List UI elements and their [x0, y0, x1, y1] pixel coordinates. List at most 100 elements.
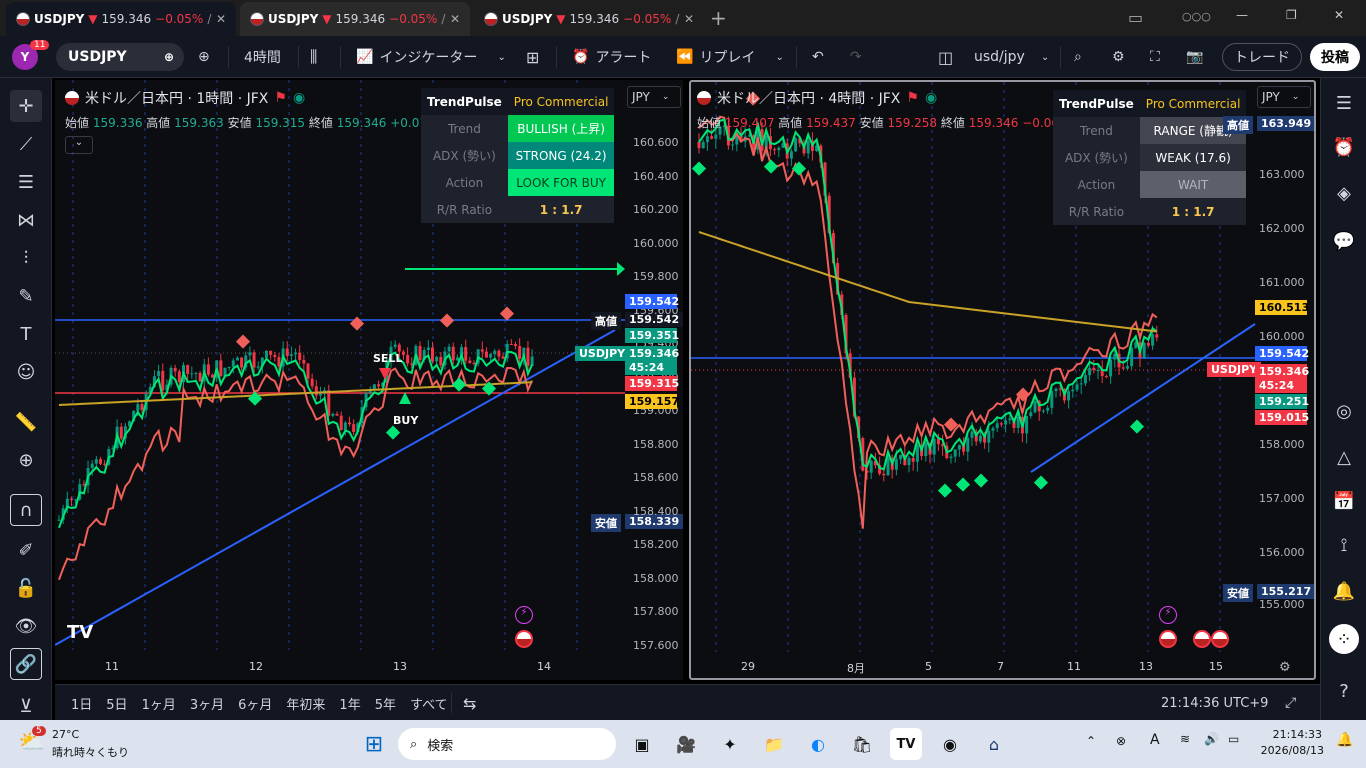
app-icon[interactable]: ⌂	[978, 728, 1010, 760]
file-explorer-icon[interactable]: 📁	[758, 728, 790, 760]
settings-icon[interactable]: ⚙	[1112, 36, 1125, 78]
lightning-event-icon[interactable]: ⚡	[515, 606, 533, 624]
us-event-icon[interactable]	[1193, 630, 1211, 648]
trash-icon[interactable]: ⊻	[10, 690, 42, 722]
ime-icon[interactable]: A	[1150, 732, 1160, 748]
symbol-search-button[interactable]: USDJPY ⊕	[56, 43, 184, 71]
add-symbol-icon[interactable]: ⊕	[198, 36, 210, 78]
windows-start-icon[interactable]: ⊞	[358, 728, 390, 760]
timezone-clock[interactable]: 21:14:36 UTC+9	[1161, 685, 1268, 721]
emoji-icon[interactable]: ☺	[10, 356, 42, 388]
calendar-icon[interactable]: 📅	[1329, 486, 1359, 516]
layout-name-button[interactable]: usd/jpy ⌄	[974, 36, 1049, 78]
temperature[interactable]: 27°C	[52, 728, 79, 741]
ruler-icon[interactable]: 📏	[10, 406, 42, 438]
teams-icon[interactable]: 🎥	[670, 728, 702, 760]
tab-usdjpy-1[interactable]: USDJPY ▼ 159.346 −0.05% / ✕	[6, 2, 236, 36]
gann-icon[interactable]: ⫶	[10, 242, 42, 274]
chat-icon[interactable]: 💬	[1329, 226, 1359, 256]
tab-usdjpy-3[interactable]: USDJPY ▼ 159.346 −0.05% / ✕	[474, 2, 704, 36]
chart-pane-4h[interactable]: 米ドル／日本円 · 4時間 · JFX ⚑ ◉ 始値 159.407 高値 15…	[689, 80, 1316, 680]
network-icon[interactable]: ⊗	[1116, 734, 1126, 748]
window-close-button[interactable]: ✕	[1334, 8, 1344, 22]
speedometer-icon[interactable]: ◎	[1329, 396, 1359, 426]
goto-date-icon[interactable]: ⇆	[463, 685, 476, 721]
maximize-pane-icon[interactable]: ⤢	[1285, 685, 1296, 721]
ideas-icon[interactable]: △	[1329, 442, 1359, 472]
flag-marker-icon[interactable]: ⚑	[906, 90, 919, 106]
help-icon[interactable]: ?	[1329, 676, 1359, 706]
range-button[interactable]: 5日	[106, 694, 127, 713]
layers-icon[interactable]: ◈	[1329, 178, 1359, 208]
range-button[interactable]: すべて	[410, 694, 448, 713]
monitor-icon[interactable]: ▭	[1128, 8, 1143, 27]
copilot-icon[interactable]: ✦	[714, 728, 746, 760]
apps-grid-icon[interactable]: ⁘	[1329, 624, 1359, 654]
clock-time[interactable]: 21:14:33	[1272, 728, 1322, 741]
us-event-icon[interactable]	[515, 630, 533, 648]
range-button[interactable]: 年初来	[286, 694, 325, 713]
magnet-icon[interactable]: ∩	[10, 494, 42, 526]
tradingview-app-icon[interactable]: TV	[890, 728, 922, 760]
broadcast-icon[interactable]: ⟟	[1329, 530, 1359, 560]
chart-pane-1h[interactable]: 米ドル／日本円 · 1時間 · JFX ⚑ ◉ 始値 159.336 高値 15…	[55, 80, 683, 680]
templates-icon[interactable]: ⊞	[526, 36, 539, 78]
publish-button[interactable]: 投稿	[1310, 43, 1360, 71]
us-event-icon[interactable]	[1211, 630, 1229, 648]
collapse-legend-icon[interactable]: ⌄	[65, 136, 93, 154]
lock-icon[interactable]: 🔓	[10, 572, 42, 604]
replay-button[interactable]: ⏪ リプレイ ⌄	[676, 36, 784, 78]
crosshair-icon[interactable]: ✛	[10, 90, 42, 122]
watchlist-icon[interactable]: ☰	[1329, 88, 1359, 118]
tab-close-button[interactable]: ✕	[216, 12, 226, 26]
range-button[interactable]: 1年	[339, 694, 360, 713]
eye-icon[interactable]: 👁	[10, 610, 42, 642]
microsoft-store-icon[interactable]: 🛍	[846, 728, 878, 760]
alert-button[interactable]: ⏰ アラート	[572, 36, 651, 78]
wifi-icon[interactable]: ≋	[1180, 732, 1190, 746]
range-button[interactable]: 1ヶ月	[142, 694, 176, 713]
more-options-icon[interactable]: ○○○	[1182, 10, 1211, 23]
range-button[interactable]: 1日	[71, 694, 92, 713]
taskbar-search[interactable]: ⌕ 検索	[398, 728, 616, 760]
zoom-in-icon[interactable]: ⊕	[10, 444, 42, 476]
task-view-icon[interactable]: ▣	[626, 728, 658, 760]
minimize-button[interactable]: —	[1236, 8, 1248, 22]
alerts-icon[interactable]: ⏰	[1329, 132, 1359, 162]
fib-retracement-icon[interactable]: ☰	[10, 166, 42, 198]
chart-title[interactable]: 米ドル／日本円 · 4時間 · JFX	[717, 88, 900, 108]
link-icon[interactable]: 🔗	[10, 648, 42, 680]
quick-search-icon[interactable]: ⌕	[1074, 36, 1082, 78]
indicators-button[interactable]: 📈 インジケーター ⌄	[356, 36, 506, 78]
weather-text[interactable]: 晴れ時々くもり	[52, 744, 129, 760]
range-button[interactable]: 3ヶ月	[190, 694, 224, 713]
currency-select[interactable]: JPY ⌄	[1257, 86, 1311, 108]
battery-icon[interactable]: ▭	[1228, 732, 1239, 746]
redo-icon[interactable]: ↷	[850, 36, 862, 78]
text-icon[interactable]: T	[10, 318, 42, 350]
trade-button[interactable]: トレード	[1222, 43, 1302, 71]
notification-bell-icon[interactable]: 🔔	[1329, 576, 1359, 606]
tab-close-button[interactable]: ✕	[684, 12, 694, 26]
interval-button[interactable]: 4時間	[244, 36, 281, 78]
tab-usdjpy-2[interactable]: USDJPY ▼ 159.346 −0.05% / ✕	[240, 2, 470, 36]
layout-icon[interactable]: ◫	[938, 36, 953, 78]
range-button[interactable]: 5年	[375, 694, 396, 713]
camera-icon[interactable]: 📷	[1186, 36, 1203, 78]
new-tab-button[interactable]: +	[710, 6, 727, 30]
candle-type-icon[interactable]: ⫼	[310, 36, 317, 78]
chrome-icon[interactable]: ◉	[934, 728, 966, 760]
notifications-icon[interactable]: 🔔	[1336, 732, 1353, 748]
flag-marker-icon[interactable]: ⚑	[274, 90, 287, 106]
lock-drawing-icon[interactable]: ✐	[10, 534, 42, 566]
lightning-event-icon[interactable]: ⚡	[1159, 606, 1177, 624]
tab-close-button[interactable]: ✕	[450, 12, 460, 26]
undo-icon[interactable]: ↶	[812, 36, 824, 78]
us-event-icon[interactable]	[1159, 630, 1177, 648]
clock-date[interactable]: 2026/08/13	[1258, 744, 1324, 757]
edge-browser-icon[interactable]: ◐	[802, 728, 834, 760]
chevron-up-icon[interactable]: ⌃	[1086, 734, 1096, 748]
chart-title[interactable]: 米ドル／日本円 · 1時間 · JFX	[85, 88, 268, 108]
volume-icon[interactable]: 🔊	[1204, 732, 1219, 746]
maximize-button[interactable]: ❐	[1286, 8, 1297, 22]
